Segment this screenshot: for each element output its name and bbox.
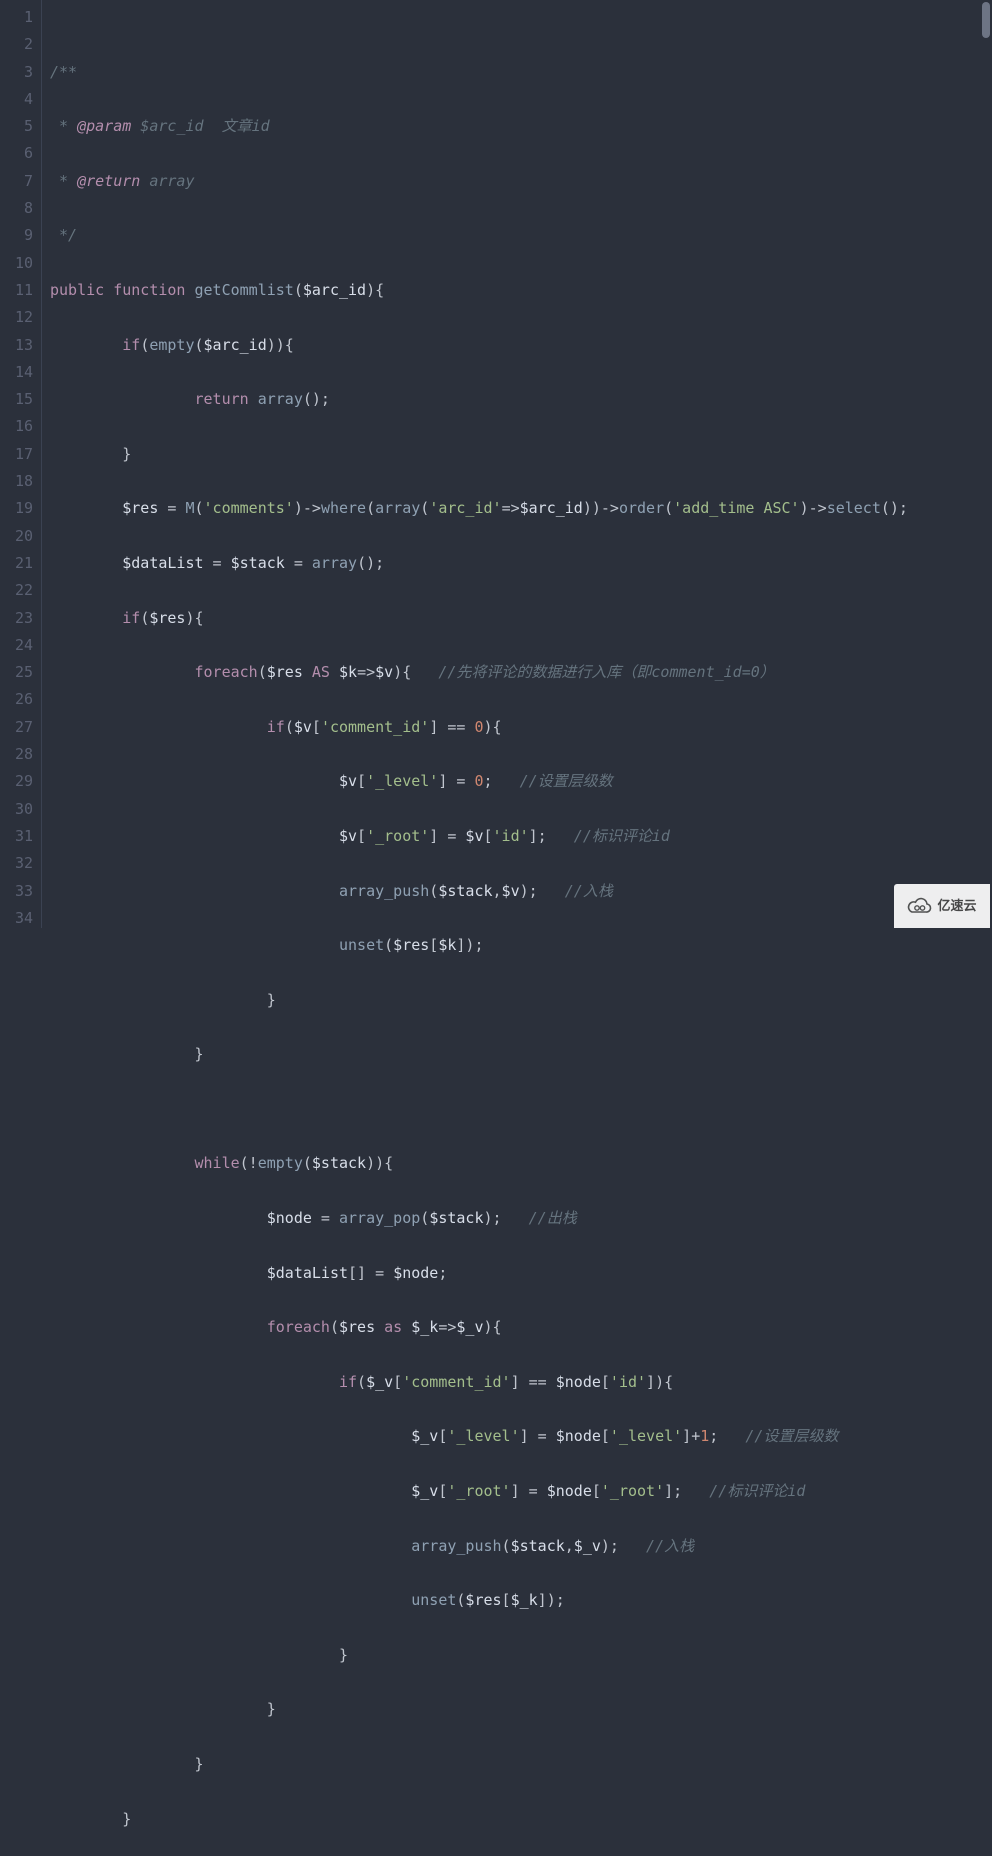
code-line: $dataList = $stack = array(); xyxy=(50,550,992,577)
line-number: 1 xyxy=(0,4,33,31)
code-line: } xyxy=(50,1806,992,1833)
docblock-open: /** xyxy=(50,63,77,81)
line-number: 23 xyxy=(0,605,33,632)
doc-return-text: array xyxy=(149,172,194,190)
code-line: $res = M('comments')->where(array('arc_i… xyxy=(50,495,992,522)
cloud-logo-icon xyxy=(907,897,933,915)
line-number: 2 xyxy=(0,31,33,58)
doc-return-tag: @return xyxy=(77,172,140,190)
line-number: 14 xyxy=(0,359,33,386)
code-line: foreach($res AS $k=>$v){ //先将评论的数据进行入库（即… xyxy=(50,659,992,686)
code-line: $_v['_root'] = $node['_root']; //标识评论id xyxy=(50,1478,992,1505)
line-number: 13 xyxy=(0,332,33,359)
line-number: 9 xyxy=(0,222,33,249)
code-area[interactable]: /** * @param $arc_id 文章id * @return arra… xyxy=(42,0,992,928)
docblock-close: */ xyxy=(50,226,77,244)
code-line: /** xyxy=(50,59,992,86)
line-number: 8 xyxy=(0,195,33,222)
code-line: unset($res[$k]); xyxy=(50,932,992,959)
code-line: $node = array_pop($stack); //出栈 xyxy=(50,1205,992,1232)
line-number-gutter: 1234567891011121314151617181920212223242… xyxy=(0,0,42,928)
code-line: } xyxy=(50,1642,992,1669)
line-number: 29 xyxy=(0,768,33,795)
line-number: 7 xyxy=(0,168,33,195)
code-line: array_push($stack,$_v); //入栈 xyxy=(50,1533,992,1560)
line-number: 16 xyxy=(0,413,33,440)
line-number: 31 xyxy=(0,823,33,850)
code-line: } xyxy=(50,441,992,468)
line-number: 17 xyxy=(0,441,33,468)
line-number: 33 xyxy=(0,878,33,905)
line-number: 32 xyxy=(0,850,33,877)
line-number: 6 xyxy=(0,140,33,167)
line-number: 25 xyxy=(0,659,33,686)
code-line: $dataList[] = $node; xyxy=(50,1260,992,1287)
code-line: array_push($stack,$v); //入栈 xyxy=(50,878,992,905)
code-line: return array(); xyxy=(50,386,992,413)
code-line: foreach($res as $_k=>$_v){ xyxy=(50,1314,992,1341)
code-line: $v['_level'] = 0; //设置层级数 xyxy=(50,768,992,795)
code-line: if($v['comment_id'] == 0){ xyxy=(50,714,992,741)
line-number: 10 xyxy=(0,250,33,277)
line-number: 24 xyxy=(0,632,33,659)
watermark-badge: 亿速云 xyxy=(894,884,990,928)
code-line: } xyxy=(50,1696,992,1723)
line-number: 28 xyxy=(0,741,33,768)
doc-param-tag: @param xyxy=(77,117,131,135)
code-line: if($res){ xyxy=(50,605,992,632)
code-line: } xyxy=(50,987,992,1014)
fn-name: getCommlist xyxy=(195,281,294,299)
line-number: 19 xyxy=(0,495,33,522)
vertical-scrollbar[interactable] xyxy=(978,0,992,928)
line-number: 27 xyxy=(0,714,33,741)
code-line: while(!empty($stack)){ xyxy=(50,1150,992,1177)
line-number: 11 xyxy=(0,277,33,304)
line-number: 4 xyxy=(0,86,33,113)
line-number: 21 xyxy=(0,550,33,577)
code-line: public function getCommlist($arc_id){ xyxy=(50,277,992,304)
line-number: 22 xyxy=(0,577,33,604)
code-line: */ xyxy=(50,222,992,249)
line-number: 26 xyxy=(0,686,33,713)
doc-param-text: $arc_id 文章id xyxy=(140,117,269,135)
line-number: 20 xyxy=(0,523,33,550)
scrollbar-thumb[interactable] xyxy=(982,2,990,38)
code-line xyxy=(50,1096,992,1123)
code-editor[interactable]: 1234567891011121314151617181920212223242… xyxy=(0,0,992,928)
line-number: 18 xyxy=(0,468,33,495)
line-number: 12 xyxy=(0,304,33,331)
watermark-text: 亿速云 xyxy=(937,892,976,919)
code-line: * @return array xyxy=(50,168,992,195)
code-line: $_v['_level'] = $node['_level']+1; //设置层… xyxy=(50,1423,992,1450)
code-line: if(empty($arc_id)){ xyxy=(50,332,992,359)
code-line: } xyxy=(50,1041,992,1068)
code-line: unset($res[$_k]); xyxy=(50,1587,992,1614)
line-number: 3 xyxy=(0,59,33,86)
line-number: 5 xyxy=(0,113,33,140)
line-number: 15 xyxy=(0,386,33,413)
code-line: } xyxy=(50,1751,992,1778)
line-number: 30 xyxy=(0,796,33,823)
code-line: * @param $arc_id 文章id xyxy=(50,113,992,140)
code-line: $v['_root'] = $v['id']; //标识评论id xyxy=(50,823,992,850)
code-line: if($_v['comment_id'] == $node['id']){ xyxy=(50,1369,992,1396)
